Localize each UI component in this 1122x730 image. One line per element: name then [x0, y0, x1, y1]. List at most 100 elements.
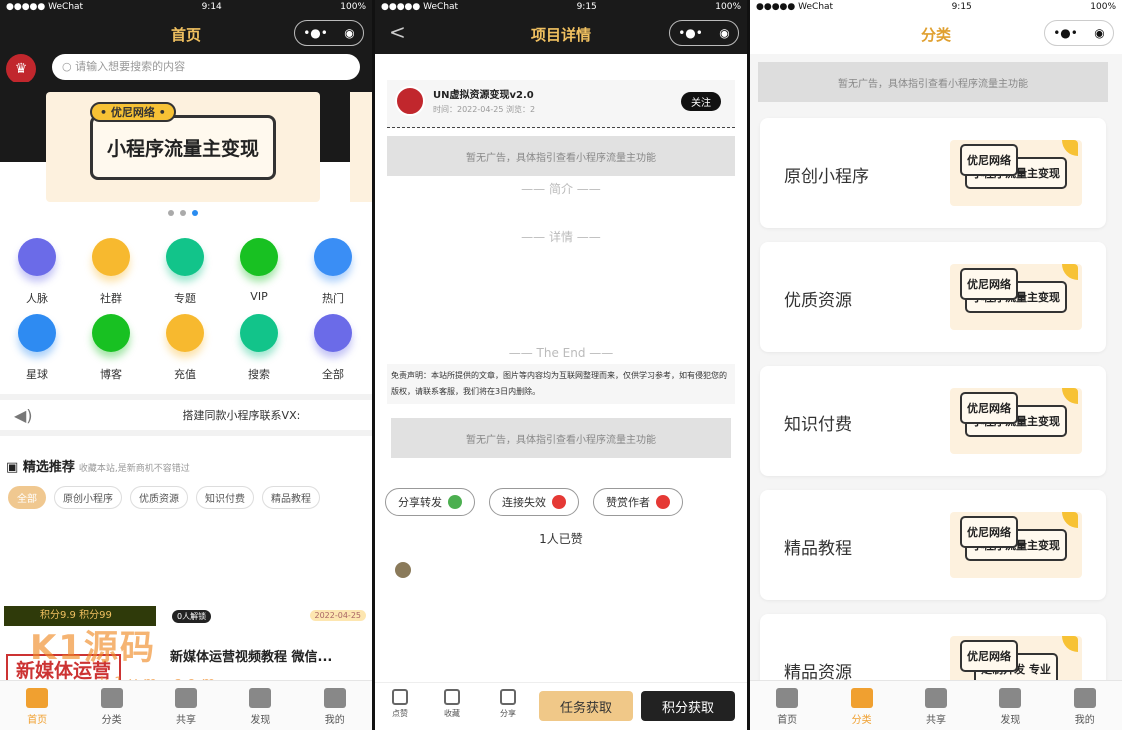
tab-category[interactable]: 分类 [837, 688, 887, 726]
list-icon [999, 688, 1022, 708]
search-row: ♛ ○ 请输入想要搜索的内容 [0, 54, 372, 84]
more-icon[interactable]: •●• [678, 26, 703, 40]
grid-item-5[interactable]: 星球 [0, 314, 74, 382]
category-thumbnail: 优尼网络小程序流量主变现 [950, 388, 1082, 454]
tab-user[interactable]: 我的 [1060, 688, 1110, 726]
banner-text: 小程序流量主变现 [89, 114, 276, 180]
notice-bar[interactable]: ◀) 搭建同款小程序联系VX: [0, 394, 372, 436]
menu-capsule[interactable]: •●• ◉ [669, 20, 739, 46]
project-header: UN虚拟资源变现v2.0 时间：2022-04-25 浏览：2 关注 [387, 80, 735, 128]
grid-item-0[interactable]: 人脉 [0, 238, 74, 306]
category-card[interactable]: 优质资源 优尼网络小程序流量主变现 [760, 242, 1106, 352]
category-screen: ●●●●● WeChat 9:15 100% 分类 •●• ◉ 暂无广告，具体指引… [750, 0, 1122, 730]
like-button[interactable]: 点赞 [385, 689, 415, 719]
grid-item-4[interactable]: 热门 [296, 238, 370, 306]
category-name: 优质资源 [784, 291, 852, 311]
grid-icon [92, 314, 130, 352]
grid-item-9[interactable]: 全部 [296, 314, 370, 382]
bookmark-icon: ▣ [6, 460, 23, 475]
avatar[interactable] [395, 562, 411, 578]
tab-home[interactable]: 首页 [12, 688, 62, 726]
grid-label: 热门 [322, 292, 344, 305]
grid-label: 星球 [26, 368, 48, 381]
grid-item-2[interactable]: 专题 [148, 238, 222, 306]
close-circle-icon[interactable]: ◉ [1094, 26, 1104, 40]
carousel-dots [168, 210, 198, 216]
filter-chip[interactable]: 全部 [8, 486, 46, 509]
menu-capsule[interactable]: •●• ◉ [294, 20, 364, 46]
share-forward-button[interactable]: 分享转发 [385, 488, 475, 516]
thumb-corner [1062, 140, 1078, 156]
grid-item-1[interactable]: 社群 [74, 238, 148, 306]
grid-icon [240, 314, 278, 352]
category-card[interactable]: 原创小程序 优尼网络小程序流量主变现 [760, 118, 1106, 228]
category-list: 原创小程序优尼网络小程序流量主变现优质资源优尼网络小程序流量主变现知识付费优尼网… [760, 118, 1106, 730]
grid-item-7[interactable]: 充值 [148, 314, 222, 382]
home-icon [776, 688, 799, 708]
grid-icon [240, 238, 278, 276]
reward-author-button[interactable]: 赞赏作者 [593, 488, 683, 516]
action-icon [656, 495, 670, 509]
tab-label: 首页 [27, 715, 48, 726]
tab-user[interactable]: 我的 [310, 688, 360, 726]
category-name: 知识付费 [784, 415, 852, 435]
share-icon [500, 689, 516, 705]
grid-label: VIP [250, 290, 268, 303]
tab-category[interactable]: 分类 [87, 688, 137, 726]
filter-chip[interactable]: 优质资源 [130, 486, 188, 509]
filter-chip[interactable]: 知识付费 [196, 486, 254, 509]
tab-label: 发现 [1000, 715, 1021, 726]
battery: 100% [715, 2, 741, 12]
plus-icon [924, 688, 947, 708]
bottom-bar: 点赞 收藏 分享 任务获取 积分获取 [375, 682, 747, 730]
tab-plus[interactable]: 共享 [161, 688, 211, 726]
grid-icon [18, 314, 56, 352]
app-logo: ♛ [6, 54, 36, 84]
grid-item-6[interactable]: 博客 [74, 314, 148, 382]
grid-item-8[interactable]: 搜索 [222, 314, 296, 382]
thumb-tag: 优尼网络 [960, 516, 1018, 548]
points-button[interactable]: 积分获取 [641, 691, 735, 721]
carousel-dot [168, 210, 174, 216]
tab-label: 分类 [851, 715, 872, 726]
category-icon [850, 688, 873, 708]
notice-text: 搭建同款小程序联系VX: [182, 409, 301, 422]
banner-slide[interactable]: • 优尼网络 • 小程序流量主变现 [46, 92, 320, 202]
project-logo [395, 86, 425, 116]
close-circle-icon[interactable]: ◉ [719, 26, 729, 40]
back-icon[interactable]: < [389, 20, 406, 44]
tab-list[interactable]: 发现 [985, 688, 1035, 726]
banner-tag: • 优尼网络 • [90, 102, 176, 122]
category-card[interactable]: 知识付费 优尼网络小程序流量主变现 [760, 366, 1106, 476]
carousel-dot-active [192, 210, 198, 216]
banner-next-slide[interactable] [350, 92, 372, 202]
favorite-button[interactable]: 收藏 [437, 689, 467, 719]
grid-item-3[interactable]: VIP [222, 238, 296, 306]
home-icon [26, 688, 49, 708]
more-icon[interactable]: •●• [1053, 26, 1078, 40]
share-button[interactable]: 分享 [493, 689, 523, 719]
section-subtitle: 收藏本站,是新商机不容错过 [78, 464, 190, 474]
task-button[interactable]: 任务获取 [539, 691, 633, 721]
filter-chip[interactable]: 精品教程 [262, 486, 320, 509]
ad-placeholder: 暂无广告，具体指引查看小程序流量主功能 [758, 62, 1108, 102]
category-card[interactable]: 精品教程 优尼网络小程序流量主变现 [760, 490, 1106, 600]
menu-capsule[interactable]: •●• ◉ [1044, 20, 1114, 46]
filter-chip[interactable]: 原创小程序 [54, 486, 122, 509]
category-name: 精品教程 [784, 539, 852, 559]
grid-icon [166, 314, 204, 352]
tab-home[interactable]: 首页 [762, 688, 812, 726]
intro-divider: —— 简介 —— [521, 182, 601, 196]
category-thumbnail: 优尼网络小程序流量主变现 [950, 512, 1082, 578]
page-title: 分类 [920, 25, 951, 44]
like-label: 点赞 [392, 709, 408, 718]
report-broken-link-button[interactable]: 连接失效 [489, 488, 579, 516]
more-icon[interactable]: •●• [303, 26, 328, 40]
close-circle-icon[interactable]: ◉ [344, 26, 354, 40]
tab-list[interactable]: 发现 [235, 688, 285, 726]
tab-plus[interactable]: 共享 [911, 688, 961, 726]
search-input[interactable]: ○ 请输入想要搜索的内容 [52, 54, 360, 80]
follow-button[interactable]: 关注 [681, 92, 721, 111]
date-badge: 2022-04-25 [309, 610, 366, 621]
status-bar: ●●●●● WeChat 9:15 100% [375, 0, 747, 14]
